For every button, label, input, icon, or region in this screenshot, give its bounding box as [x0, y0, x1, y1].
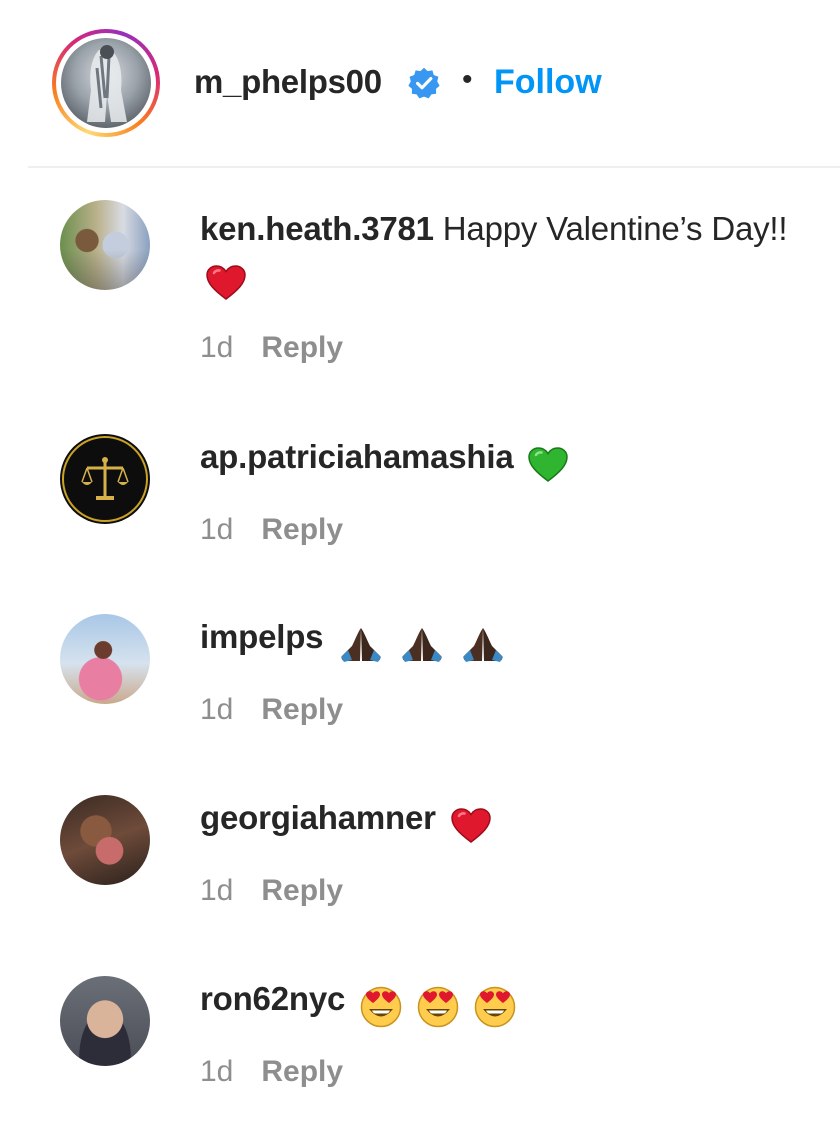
comment-text: impelps [200, 614, 800, 666]
reply-button[interactable]: Reply [261, 874, 343, 907]
comment-message [436, 799, 445, 836]
comment-meta: 1d Reply [200, 512, 800, 548]
comment-timestamp: 1d [200, 331, 234, 364]
comment-meta: 1d Reply [200, 1054, 800, 1090]
comment-text: ron62nyc [200, 976, 800, 1028]
comment-text: ap.patriciahamashia [200, 434, 800, 486]
follow-button[interactable]: Follow [494, 62, 602, 102]
comment-meta: 1d Reply [200, 873, 800, 909]
avatar[interactable] [60, 976, 150, 1066]
folded-hands-icon [341, 628, 382, 663]
scales-of-justice-icon [62, 436, 148, 522]
comment-timestamp: 1d [200, 874, 234, 907]
comment-text: georgiahamner [200, 795, 800, 847]
avatar[interactable] [61, 38, 151, 128]
heart-eyes-face-icon [417, 987, 459, 1028]
folded-hands-icon [402, 628, 443, 663]
comment-message [345, 980, 354, 1017]
verified-badge-icon [408, 67, 440, 99]
comment-message [514, 438, 523, 475]
comment-username[interactable]: ken.heath.3781 [200, 210, 434, 247]
story-ring[interactable] [52, 29, 160, 137]
red-heart-icon [451, 808, 491, 844]
avatar-photo [87, 45, 127, 122]
red-heart-icon [206, 265, 246, 301]
post-author-username[interactable]: m_phelps00 [194, 62, 382, 102]
comment-meta: 1d Reply [200, 330, 800, 366]
green-heart-icon [528, 447, 569, 483]
comment-username[interactable]: georgiahamner [200, 799, 436, 836]
comment-username[interactable]: ron62nyc [200, 980, 345, 1017]
comment-username[interactable]: impelps [200, 618, 324, 655]
reply-button[interactable]: Reply [261, 331, 343, 364]
comment-message [323, 618, 332, 655]
comment-timestamp: 1d [200, 513, 234, 546]
comment-timestamp: 1d [200, 1055, 234, 1089]
comment-message: Happy Valentine’s Day!! [433, 210, 788, 247]
reply-button[interactable]: Reply [261, 693, 343, 726]
post-header: m_phelps00 • Follow [0, 0, 840, 166]
folded-hands-icon [463, 628, 504, 663]
avatar[interactable] [60, 434, 150, 524]
heart-eyes-face-icon [474, 987, 516, 1028]
divider [28, 166, 840, 168]
comment-meta: 1d Reply [200, 692, 800, 728]
comment-timestamp: 1d [200, 693, 234, 726]
comments-panel: m_phelps00 • Follow ken.heath.3781 Happy… [0, 0, 840, 1121]
avatar[interactable] [60, 614, 150, 704]
heart-eyes-face-icon [360, 987, 402, 1028]
separator-dot: • [462, 63, 473, 96]
comment-text: ken.heath.3781 Happy Valentine’s Day!! [200, 206, 800, 304]
reply-button[interactable]: Reply [261, 513, 343, 546]
avatar[interactable] [60, 200, 150, 290]
reply-button[interactable]: Reply [261, 1055, 343, 1088]
avatar[interactable] [60, 795, 150, 885]
comment-username[interactable]: ap.patriciahamashia [200, 438, 514, 475]
